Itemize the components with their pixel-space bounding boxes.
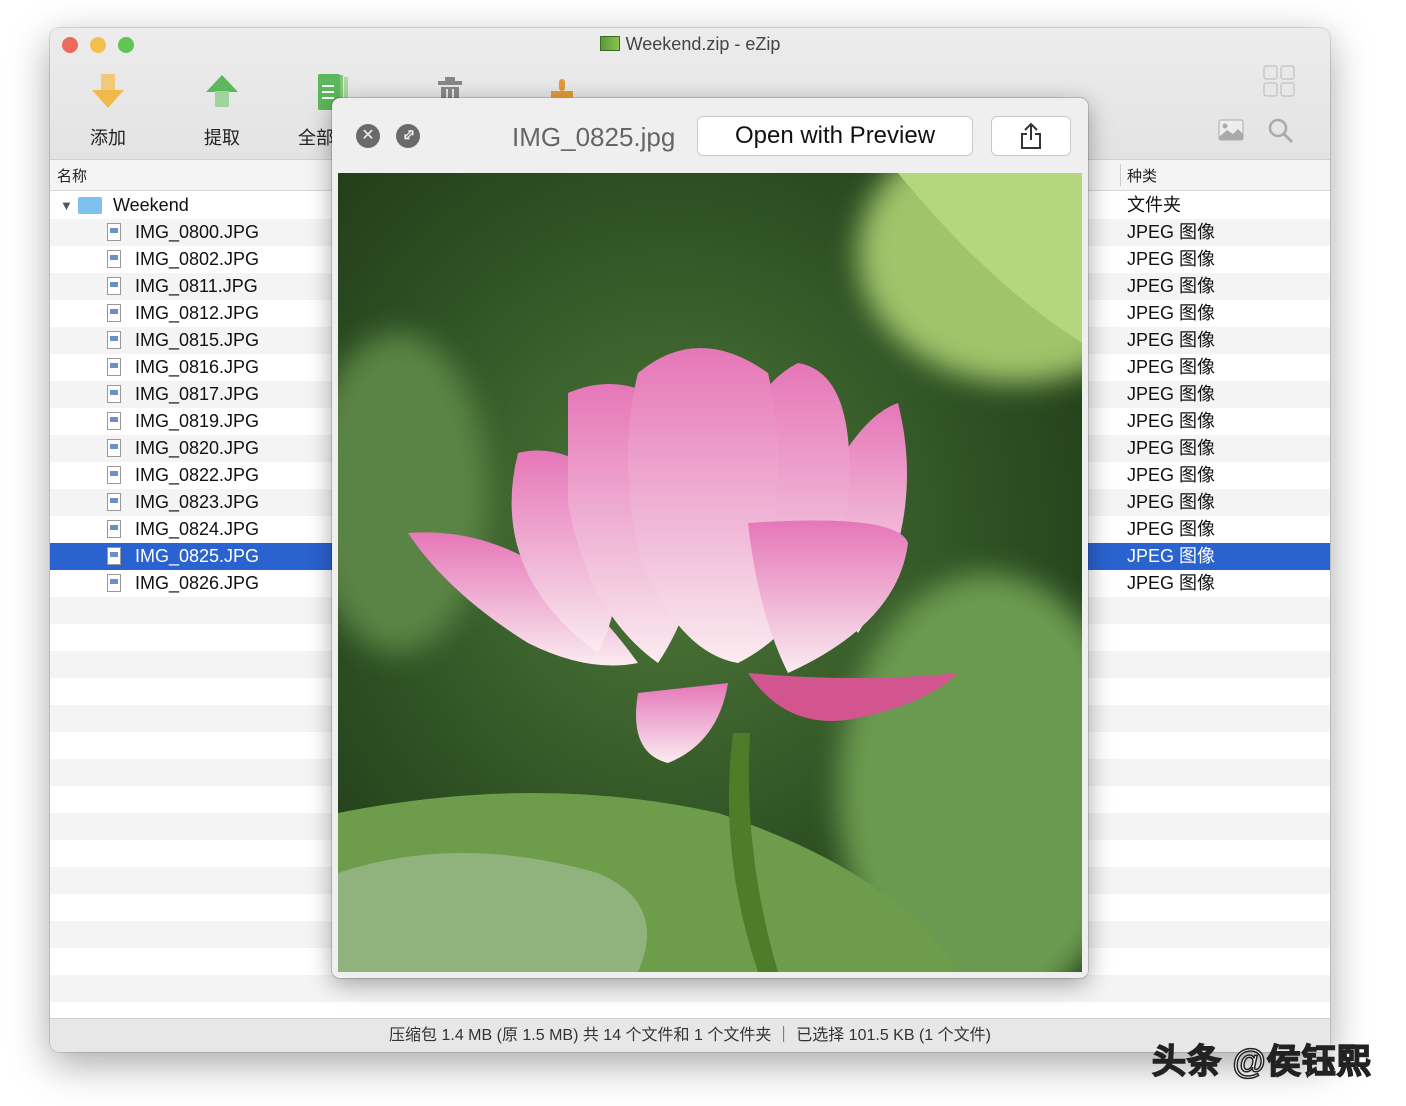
file-name: IMG_0816.JPG	[135, 357, 260, 377]
jpeg-file-icon	[107, 385, 121, 403]
column-name-header[interactable]: 名称	[57, 165, 87, 186]
jpeg-file-icon	[107, 358, 121, 376]
file-name: Weekend	[113, 195, 189, 215]
zip-icon	[599, 36, 620, 51]
window-title-text: Weekend.zip - eZip	[625, 34, 781, 54]
folder-icon	[78, 197, 102, 214]
close-preview-button[interactable]: ✕	[356, 124, 380, 148]
file-kind: JPEG 图像	[1127, 330, 1216, 350]
jpeg-file-icon	[107, 250, 121, 268]
file-kind: JPEG 图像	[1127, 249, 1216, 269]
file-name: IMG_0820.JPG	[135, 438, 260, 458]
open-with-preview-button[interactable]: Open with Preview	[697, 116, 973, 156]
arrow-up-icon	[182, 72, 262, 112]
file-kind: 文件夹	[1127, 195, 1181, 215]
preview-filename: IMG_0825.jpg	[512, 122, 676, 152]
search-icon[interactable]	[1268, 118, 1294, 149]
file-kind: JPEG 图像	[1127, 546, 1216, 566]
file-name: IMG_0802.JPG	[135, 249, 260, 269]
file-kind: JPEG 图像	[1127, 303, 1216, 323]
add-label: 添加	[90, 128, 126, 148]
file-name: IMG_0815.JPG	[135, 330, 260, 350]
arrow-down-icon	[68, 72, 148, 112]
jpeg-file-icon	[107, 466, 121, 484]
file-kind: JPEG 图像	[1127, 384, 1216, 404]
image-icon[interactable]	[1218, 119, 1244, 146]
file-kind: JPEG 图像	[1127, 492, 1216, 512]
quick-look-panel: ✕ ⇕ IMG_0825.jpg Open with Preview	[332, 98, 1088, 978]
watermark-text: 头条 @侯钰熙	[1151, 1042, 1372, 1082]
preview-image	[338, 173, 1082, 972]
extract-button[interactable]: 提取	[182, 72, 262, 150]
file-name: IMG_0822.JPG	[135, 465, 260, 485]
window-title: Weekend.zip - eZip	[50, 34, 1330, 55]
jpeg-file-icon	[107, 574, 121, 592]
share-button[interactable]	[991, 116, 1071, 156]
file-name: IMG_0823.JPG	[135, 492, 260, 512]
jpeg-file-icon	[107, 304, 121, 322]
disclosure-triangle-icon[interactable]: ▼	[60, 192, 73, 219]
file-kind: JPEG 图像	[1127, 573, 1216, 593]
add-button[interactable]: 添加	[68, 72, 148, 150]
close-icon: ✕	[361, 127, 375, 144]
status-bar: 压缩包 1.4 MB (原 1.5 MB) 共 14 个文件和 1 个文件夹 ｜…	[50, 1018, 1330, 1052]
jpeg-file-icon	[107, 412, 121, 430]
jpeg-file-icon	[107, 331, 121, 349]
file-name: IMG_0800.JPG	[135, 222, 260, 242]
jpeg-file-icon	[107, 547, 121, 565]
jpeg-file-icon	[107, 277, 121, 295]
jpeg-file-icon	[107, 223, 121, 241]
file-name: IMG_0824.JPG	[135, 519, 260, 539]
extract-label: 提取	[204, 128, 240, 148]
file-kind: JPEG 图像	[1127, 276, 1216, 296]
file-kind: JPEG 图像	[1127, 519, 1216, 539]
column-divider	[1120, 164, 1121, 186]
share-icon	[1021, 122, 1041, 149]
file-kind: JPEG 图像	[1127, 411, 1216, 431]
file-name: IMG_0826.JPG	[135, 573, 260, 593]
file-kind: JPEG 图像	[1127, 465, 1216, 485]
fullscreen-button[interactable]: ⇕	[396, 124, 420, 148]
file-name: IMG_0817.JPG	[135, 384, 260, 404]
file-kind: JPEG 图像	[1127, 222, 1216, 242]
file-kind: JPEG 图像	[1127, 438, 1216, 458]
status-text: 压缩包 1.4 MB (原 1.5 MB) 共 14 个文件和 1 个文件夹 ｜…	[389, 1027, 991, 1044]
fullscreen-icon: ⇕	[397, 124, 420, 147]
jpeg-file-icon	[107, 520, 121, 538]
file-kind: JPEG 图像	[1127, 357, 1216, 377]
file-name: IMG_0811.JPG	[135, 276, 258, 296]
file-name: IMG_0819.JPG	[135, 411, 260, 431]
jpeg-file-icon	[107, 439, 121, 457]
column-kind-header[interactable]: 种类	[1127, 165, 1157, 186]
watermark: 头条 @侯钰熙	[1151, 1034, 1372, 1083]
jpeg-file-icon	[107, 493, 121, 511]
file-name: IMG_0825.JPG	[135, 546, 260, 566]
grid-view-icon[interactable]	[1263, 65, 1295, 102]
file-name: IMG_0812.JPG	[135, 303, 260, 323]
